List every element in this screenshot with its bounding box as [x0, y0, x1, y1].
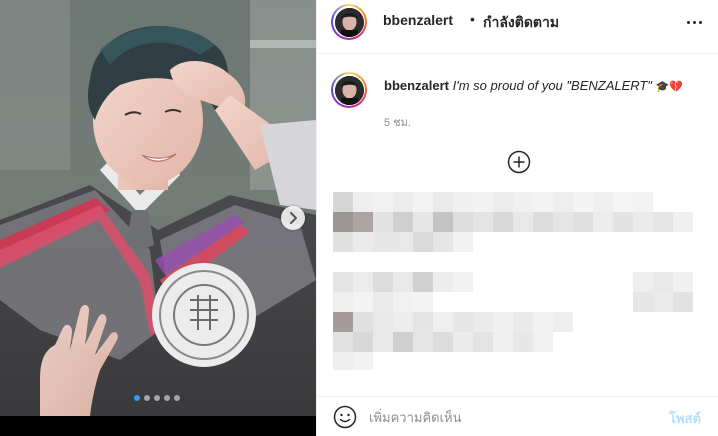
avatar[interactable]	[331, 4, 367, 40]
plus-circle-icon	[507, 150, 531, 174]
post-author-username[interactable]: bbenzalert	[383, 12, 453, 28]
carousel-indicator	[134, 395, 180, 401]
post-timestamp[interactable]: 5 ชม.	[384, 113, 411, 131]
comment-footer: โพสต์	[317, 396, 718, 436]
media-bottom-bar	[0, 416, 316, 436]
caption-body: I'm so proud of you "BENZALERT"	[452, 78, 652, 93]
caption-emoji: 🎓💔	[655, 81, 684, 93]
pixelation-mask	[333, 192, 693, 252]
post-details-panel: bbenzalert • กำลังติดตาม bbenzalert I'm …	[316, 0, 718, 436]
more-options-button[interactable]	[683, 11, 705, 33]
carousel-dot	[174, 395, 180, 401]
header-separator: •	[470, 11, 475, 27]
avatar-image	[334, 75, 364, 105]
next-slide-button[interactable]	[281, 206, 305, 230]
caption-username[interactable]: bbenzalert	[384, 78, 449, 93]
carousel-dot	[144, 395, 150, 401]
load-more-comments-button[interactable]	[507, 150, 531, 174]
caption-avatar[interactable]	[331, 72, 367, 108]
avatar-image	[334, 7, 364, 37]
post-media[interactable]	[0, 0, 316, 436]
pixelation-mask	[333, 272, 693, 370]
post-header: bbenzalert • กำลังติดตาม	[317, 0, 718, 54]
carousel-dot	[164, 395, 170, 401]
more-options-icon	[686, 20, 690, 24]
post-photo[interactable]	[0, 0, 316, 416]
photo-illustration	[0, 0, 316, 416]
comment-input[interactable]	[369, 406, 659, 428]
following-button[interactable]: กำลังติดตาม	[483, 12, 559, 34]
censored-comment	[333, 272, 707, 372]
chevron-right-icon	[290, 212, 297, 224]
carousel-dot	[134, 395, 140, 401]
emoji-icon	[333, 405, 357, 429]
censored-comment	[333, 192, 693, 254]
emoji-button[interactable]	[333, 405, 357, 429]
caption-text: bbenzalert I'm so proud of you "BENZALER…	[384, 78, 714, 95]
carousel-dot	[154, 395, 160, 401]
post-comment-button[interactable]: โพสต์	[669, 408, 701, 429]
